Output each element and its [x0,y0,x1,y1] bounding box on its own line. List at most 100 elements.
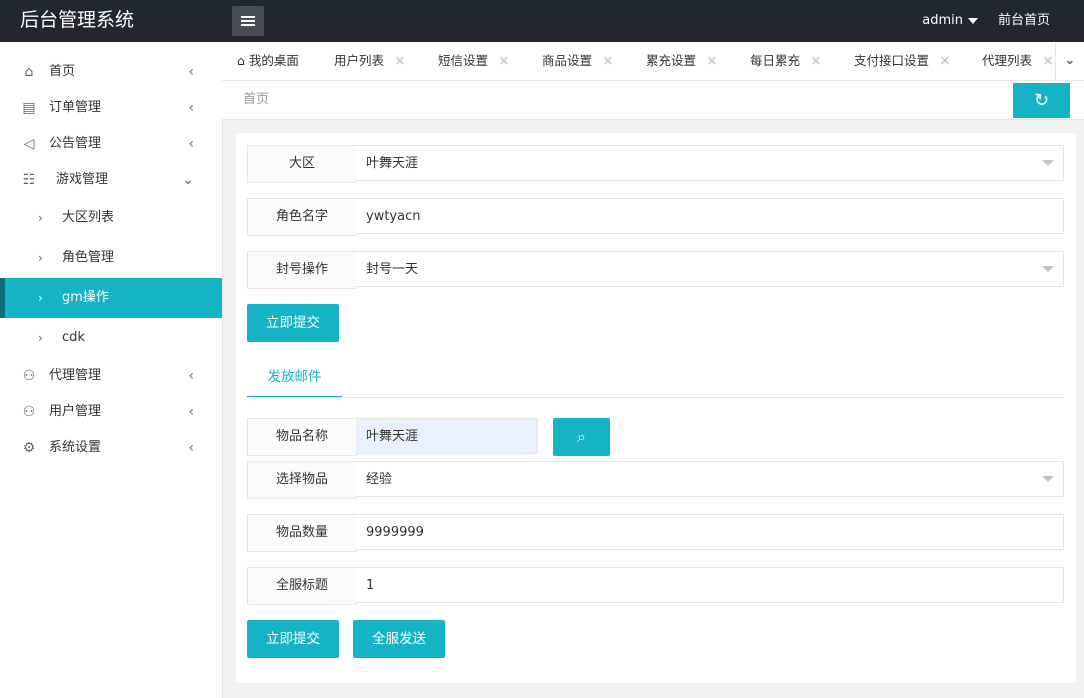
sidebar-item-orders[interactable]: ▤ 订单管理 ‹ [0,90,222,126]
ban-label: 封号操作 [247,251,357,289]
breadcrumb: 首页 ↻ [222,81,1084,120]
sidebar-item-label: 代理管理 [49,368,102,383]
close-icon[interactable]: × [602,53,614,69]
chevron-left-icon: ‹ [188,404,194,420]
speaker-icon: ◁ [23,136,35,152]
tab-agent-list[interactable]: 代理列表 × [982,42,1054,80]
chevron-left-icon: ‹ [188,440,194,456]
user-menu[interactable]: admin [922,0,978,42]
item-name-label: 物品名称 [247,418,357,456]
chevron-right-icon: › [38,291,43,305]
sidebar-item-label: 首页 [49,64,76,79]
select-item-row: 选择物品 经验 [247,461,1064,499]
sidebar-subitem-label: gm操作 [62,290,109,305]
app-title: 后台管理系统 [20,9,135,31]
tab-my-desktop[interactable]: ⌂ 我的桌面 [237,42,299,80]
chevron-down-icon: ⌄ [182,172,194,188]
refresh-button[interactable]: ↻ [1013,83,1070,118]
sidebar-item-label: 游戏管理 [56,172,109,187]
front-home-link[interactable]: 前台首页 [998,0,1050,42]
quantity-input[interactable]: 9999999 [356,514,1064,550]
tab-sms-settings[interactable]: 短信设置 × [438,42,510,80]
gear-icon: ⚙ [22,440,36,456]
tab-divider [247,397,1064,398]
select-item-select[interactable]: 经验 [356,461,1064,497]
search-button[interactable]: ⌕ [553,418,610,456]
tabs-more-button[interactable]: ⌄ [1055,42,1084,80]
close-icon[interactable]: × [498,53,510,69]
sidebar-item-label: 订单管理 [49,100,102,115]
region-label: 大区 [247,145,357,183]
sidebar: ⌂ 首页 ‹ ▤ 订单管理 ‹ ◁ 公告管理 ‹ ☷ 游戏管理 ⌄ › 大区列表… [0,42,223,698]
mail-submit-button[interactable]: 立即提交 [247,620,339,658]
refresh-icon: ↻ [1033,90,1050,111]
tab-payment-settings[interactable]: 支付接口设置 × [854,42,951,80]
quantity-label: 物品数量 [247,514,357,552]
chevron-left-icon: ‹ [188,100,194,116]
chevron-down-icon: ⌄ [1064,53,1076,68]
sidebar-item-users[interactable]: ⚇ 用户管理 ‹ [0,394,222,430]
server-title-label: 全服标题 [247,567,357,605]
sidebar-item-label: 用户管理 [49,404,102,419]
role-name-input[interactable]: ywtyacn [356,198,1064,234]
chevron-left-icon: ‹ [188,136,194,152]
order-icon: ▤ [22,100,36,116]
ban-select-row: 封号操作 封号一天 [247,251,1064,289]
chevron-left-icon: ‹ [188,368,194,384]
page-tabs: ⌂ 我的桌面 用户列表 × 短信设置 × 商品设置 × 累充设置 × 每日累充 × 支付接… [222,42,1084,81]
sidebar-item-games[interactable]: ☷ 游戏管理 ⌄ [0,162,222,198]
tab-recharge-settings[interactable]: 累充设置 × [646,42,718,80]
caret-down-icon [1042,266,1054,272]
search-icon: ⌕ [577,427,586,446]
close-icon[interactable]: × [810,53,822,69]
user-icon: ⚇ [22,404,36,420]
user-icon: ⚇ [22,368,36,384]
sidebar-item-announcements[interactable]: ◁ 公告管理 ‹ [0,126,222,162]
sidebar-subitem-cdk[interactable]: › cdk [0,318,222,358]
hamburger-icon [241,16,255,18]
chevron-left-icon: ‹ [188,64,194,80]
send-all-button[interactable]: 全服发送 [353,620,445,658]
chevron-right-icon: › [38,211,43,225]
breadcrumb-home[interactable]: 首页 [243,81,269,119]
region-select-row: 大区 叶舞天涯 [247,145,1064,183]
close-icon[interactable]: × [939,53,951,69]
sidebar-item-label: 系统设置 [49,440,102,455]
sidebar-subitem-label: 大区列表 [62,210,115,225]
tab-daily-recharge[interactable]: 每日累充 × [750,42,822,80]
caret-down-icon [1042,160,1054,166]
home-icon: ⌂ [24,64,34,80]
server-title-row: 全服标题 1 [247,567,1064,605]
close-icon[interactable]: × [394,53,406,69]
home-icon: ⌂ [237,53,249,68]
user-name: admin [922,13,963,28]
caret-down-icon [1042,476,1054,482]
role-name-row: 角色名字 ywtyacn [247,198,1064,236]
quantity-row: 物品数量 9999999 [247,514,1064,552]
role-name-label: 角色名字 [247,198,357,236]
close-icon[interactable]: × [1042,53,1054,69]
sidebar-subitem-gm-operations[interactable]: › gm操作 [0,278,222,318]
sidebar-item-home[interactable]: ⌂ 首页 ‹ [0,54,222,90]
tab-product-settings[interactable]: 商品设置 × [542,42,614,80]
menu-toggle-button[interactable] [232,6,264,36]
sidebar-item-settings[interactable]: ⚙ 系统设置 ‹ [0,430,222,466]
chevron-right-icon: › [38,331,43,345]
tab-send-mail[interactable]: 发放邮件 [247,358,342,398]
sidebar-subitem-role-management[interactable]: › 角色管理 [0,238,222,278]
tab-user-list[interactable]: 用户列表 × [334,42,406,80]
sitemap-icon: ☷ [22,172,36,188]
submit-button[interactable]: 立即提交 [247,304,339,342]
sidebar-item-label: 公告管理 [49,136,102,151]
sidebar-subitem-region-list[interactable]: › 大区列表 [0,198,222,238]
region-select[interactable]: 叶舞天涯 [356,145,1064,181]
chevron-right-icon: › [38,251,43,265]
top-bar: 后台管理系统 admin 前台首页 [0,0,1084,42]
sidebar-item-agents[interactable]: ⚇ 代理管理 ‹ [0,358,222,394]
close-icon[interactable]: × [706,53,718,69]
ban-select[interactable]: 封号一天 [356,251,1064,287]
server-title-input[interactable]: 1 [356,567,1064,603]
caret-down-icon [968,17,978,24]
item-name-input[interactable]: 叶舞天涯 [356,418,538,454]
sidebar-subitem-label: 角色管理 [62,250,115,265]
